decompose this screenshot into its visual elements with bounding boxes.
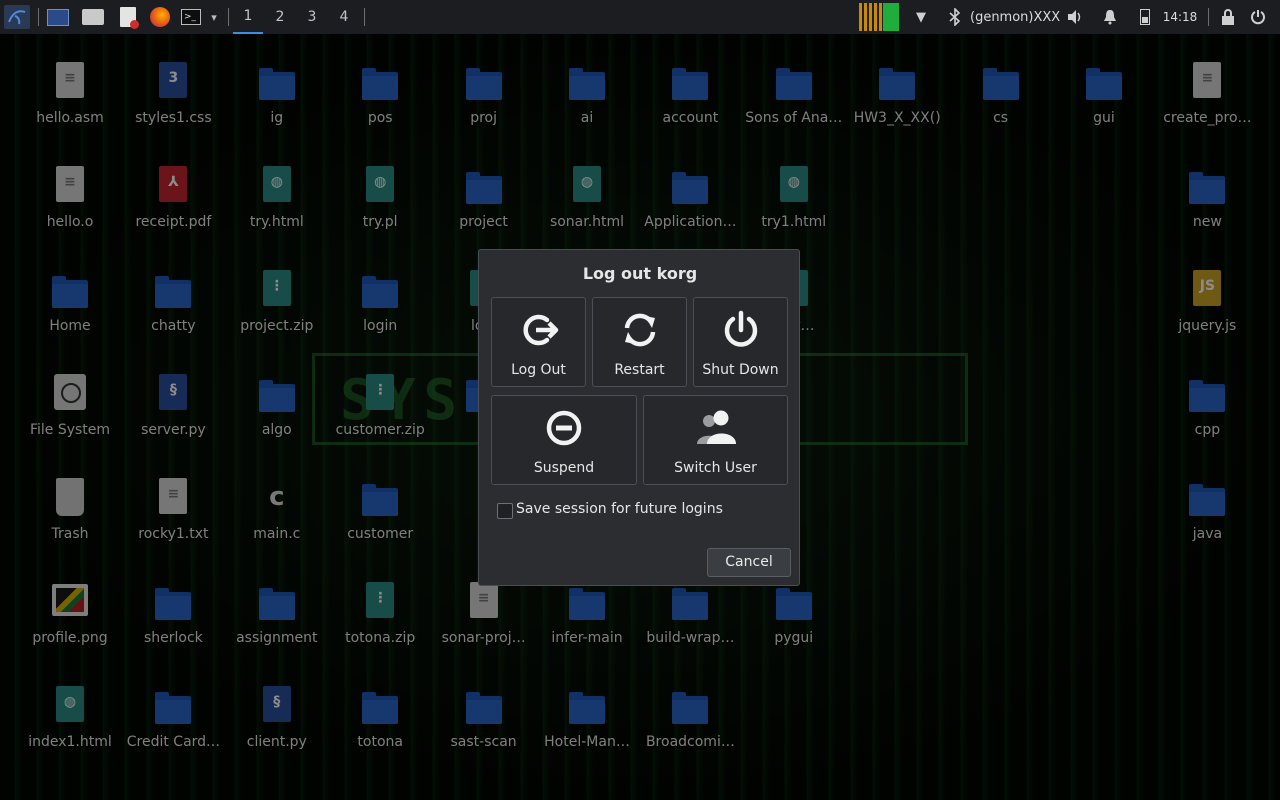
suspend-button[interactable]: Suspend xyxy=(491,395,637,485)
workspace-4[interactable]: 4 xyxy=(329,0,359,34)
chevron-down-icon[interactable]: ▾ xyxy=(206,5,222,29)
switch-user-button[interactable]: Switch User xyxy=(643,395,788,485)
shutdown-button[interactable]: Shut Down xyxy=(693,297,788,387)
logout-button[interactable]: Log Out xyxy=(491,297,586,387)
kali-menu-icon[interactable] xyxy=(4,5,30,29)
restart-button[interactable]: Restart xyxy=(592,297,687,387)
shutdown-icon xyxy=(724,310,757,347)
save-session-label[interactable]: Save session for future logins xyxy=(516,501,723,517)
suspend-icon xyxy=(546,410,582,446)
workspace-1[interactable]: 1 xyxy=(233,0,263,34)
cpu-graph[interactable] xyxy=(858,3,882,31)
cancel-button[interactable]: Cancel xyxy=(707,548,791,577)
switch-user-icon xyxy=(696,410,736,444)
suspend-label: Suspend xyxy=(533,460,595,476)
restart-icon xyxy=(624,313,655,347)
workspace-2[interactable]: 2 xyxy=(265,0,295,34)
text-editor-icon[interactable] xyxy=(116,5,140,29)
desktop-root: SYS URE >_ ▾ 1 2 3 4 ▼ xyxy=(0,0,1280,800)
notification-bell-icon[interactable] xyxy=(1100,5,1120,29)
wifi-icon[interactable]: ▼ xyxy=(912,5,930,29)
switch-user-label: Switch User xyxy=(674,460,757,476)
logout-icon xyxy=(522,314,558,346)
firefox-icon[interactable] xyxy=(148,5,172,29)
file-manager-icon[interactable] xyxy=(80,5,106,29)
power-icon[interactable] xyxy=(1246,5,1270,29)
workspace-3[interactable]: 3 xyxy=(297,0,327,34)
battery-icon[interactable] xyxy=(1136,5,1154,29)
volume-icon[interactable] xyxy=(1064,5,1086,29)
top-panel: >_ ▾ 1 2 3 4 ▼ (genmon)XXX 14:18 xyxy=(0,0,1280,34)
bluetooth-icon[interactable] xyxy=(944,5,966,29)
logout-label: Log Out xyxy=(511,362,566,378)
shutdown-label: Shut Down xyxy=(702,362,779,378)
restart-label: Restart xyxy=(614,362,665,378)
dialog-title: Log out korg xyxy=(582,264,698,283)
desktop-icon[interactable] xyxy=(46,5,70,29)
logout-dialog: Log out korg Log Out Restart Shut Down S… xyxy=(478,249,800,586)
genmon-label[interactable]: (genmon)XXX xyxy=(970,5,1062,29)
clock[interactable]: 14:18 xyxy=(1160,5,1200,29)
save-session-checkbox[interactable] xyxy=(497,503,513,519)
network-graph[interactable] xyxy=(883,3,899,31)
terminal-icon[interactable]: >_ xyxy=(180,5,202,29)
lock-icon[interactable] xyxy=(1218,5,1238,29)
